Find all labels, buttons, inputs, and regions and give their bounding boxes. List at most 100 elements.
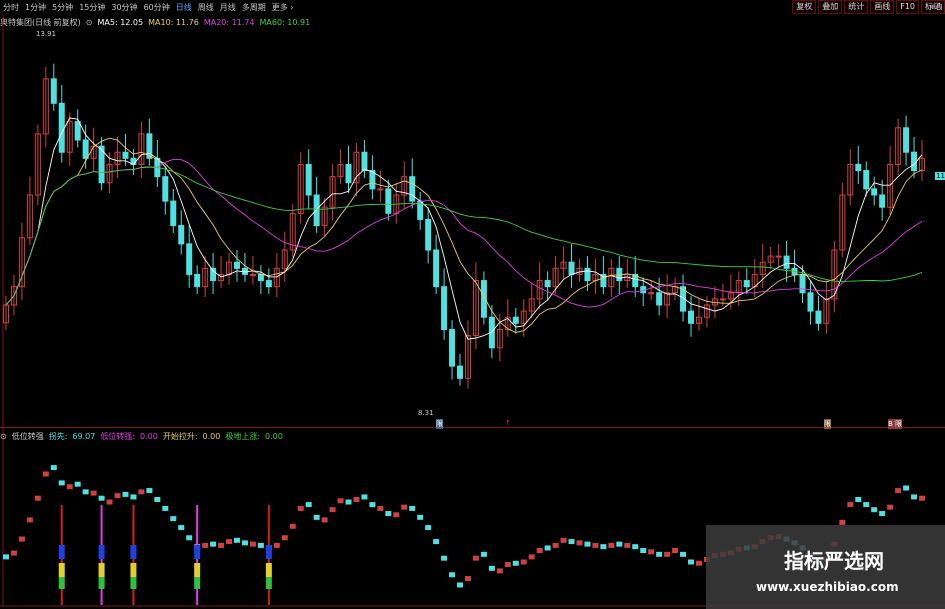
osc-bar-87 — [695, 560, 702, 566]
signal-block-green-4 — [265, 577, 272, 589]
osc-bar-25 — [202, 542, 209, 548]
osc-bar-28 — [226, 539, 233, 545]
osc-bar-31 — [249, 541, 256, 547]
watermark-url: www.xuezhibiao.com — [756, 580, 899, 594]
candle-body-98 — [783, 255, 790, 269]
osc-bar-38 — [305, 502, 312, 508]
candle-body-100 — [799, 273, 806, 294]
osc-bar-76 — [608, 542, 615, 548]
candlestick-chart[interactable] — [0, 0, 945, 609]
indicator-settings-icon[interactable]: ⊙ — [0, 432, 7, 441]
marker-2: ↑ — [505, 419, 511, 427]
osc-bar-41 — [329, 507, 336, 513]
osc-bar-1 — [10, 550, 17, 556]
osc-bar-39 — [313, 514, 320, 520]
candle-body-24 — [194, 273, 201, 288]
osc-bar-86 — [688, 559, 695, 565]
osc-bar-51 — [409, 505, 416, 511]
osc-bar-54 — [433, 539, 440, 545]
candle-body-102 — [815, 310, 822, 324]
signal-block-yellow-4 — [265, 563, 272, 577]
osc-bar-2 — [18, 536, 25, 542]
candle-body-43 — [345, 163, 352, 184]
osc-bar-43 — [345, 499, 352, 505]
marker-4: B 限 — [888, 419, 903, 429]
osc-bar-70 — [560, 537, 567, 543]
candle-body-15 — [122, 151, 129, 159]
osc-bar-40 — [321, 517, 328, 523]
candle-body-107 — [855, 163, 862, 172]
candle-body-64 — [512, 316, 519, 324]
osc-bar-72 — [576, 540, 583, 546]
osc-bar-71 — [568, 539, 575, 545]
osc-bar-8 — [66, 484, 73, 490]
osc-bar-18 — [146, 488, 153, 494]
osc-bar-4 — [34, 495, 41, 501]
candle-body-21 — [170, 200, 177, 227]
osc-bar-59 — [472, 555, 479, 561]
marker-3: 限 — [824, 419, 831, 429]
osc-bar-68 — [544, 545, 551, 551]
osc-bar-27 — [218, 542, 225, 548]
marker-1: 限 — [436, 419, 443, 429]
candle-body-22 — [178, 225, 185, 245]
osc-bar-46 — [369, 502, 376, 508]
candle-body-55 — [441, 286, 448, 330]
osc-bar-57 — [457, 582, 464, 588]
osc-bar-34 — [273, 542, 280, 548]
osc-bar-62 — [496, 568, 503, 574]
candle-body-45 — [361, 151, 368, 172]
osc-bar-61 — [488, 565, 495, 571]
osc-bar-50 — [401, 504, 408, 510]
signal-block-blue-1 — [98, 545, 105, 559]
indicator-line-1-value: 0.00 — [140, 431, 158, 441]
osc-bar-37 — [297, 505, 304, 511]
candle-body-6 — [50, 78, 57, 104]
osc-bar-112 — [895, 488, 902, 494]
osc-bar-60 — [480, 551, 487, 557]
osc-bar-29 — [233, 537, 240, 543]
osc-bar-69 — [552, 542, 559, 548]
osc-bar-77 — [616, 541, 623, 547]
osc-bar-10 — [82, 489, 89, 495]
osc-bar-53 — [425, 525, 432, 531]
candle-body-20 — [162, 176, 169, 202]
osc-bar-67 — [536, 548, 543, 554]
osc-bar-22 — [178, 525, 185, 531]
osc-bar-79 — [632, 544, 639, 550]
osc-bar-63 — [504, 562, 511, 568]
signal-block-yellow-3 — [194, 563, 201, 577]
signal-block-yellow-1 — [98, 563, 105, 577]
osc-bar-85 — [680, 551, 687, 557]
osc-bar-106 — [847, 502, 854, 508]
candle-body-38 — [305, 163, 312, 196]
candle-body-23 — [186, 243, 193, 275]
high-price-label: 13.91 — [36, 30, 57, 38]
watermark: 指标严选网 www.xuezhibiao.com — [706, 525, 945, 609]
watermark-title: 指标严选网 — [784, 549, 884, 573]
signal-block-green-0 — [58, 577, 65, 589]
osc-bar-44 — [353, 496, 360, 502]
signal-block-yellow-2 — [130, 563, 137, 577]
ma5-line — [5, 117, 923, 340]
candle-body-56 — [449, 328, 456, 367]
osc-bar-80 — [640, 548, 647, 554]
osc-bar-5 — [42, 471, 49, 477]
osc-bar-114 — [911, 494, 918, 500]
signal-block-yellow-0 — [58, 563, 65, 577]
osc-bar-30 — [241, 540, 248, 546]
osc-bar-14 — [114, 493, 121, 499]
osc-bar-83 — [664, 551, 671, 557]
indicator-line-2-value: 0.00 — [202, 431, 221, 441]
indicator-line-0-value: 69.07 — [72, 431, 96, 441]
osc-bar-32 — [257, 542, 264, 548]
osc-bar-45 — [361, 494, 368, 500]
candle-body-57 — [457, 365, 464, 379]
osc-bar-64 — [512, 560, 519, 566]
candle-body-71 — [568, 261, 575, 275]
osc-bar-20 — [162, 505, 169, 511]
osc-bar-7 — [58, 480, 65, 486]
signal-block-green-2 — [130, 577, 137, 589]
candle-body-54 — [433, 249, 440, 288]
candle-body-47 — [377, 188, 384, 191]
